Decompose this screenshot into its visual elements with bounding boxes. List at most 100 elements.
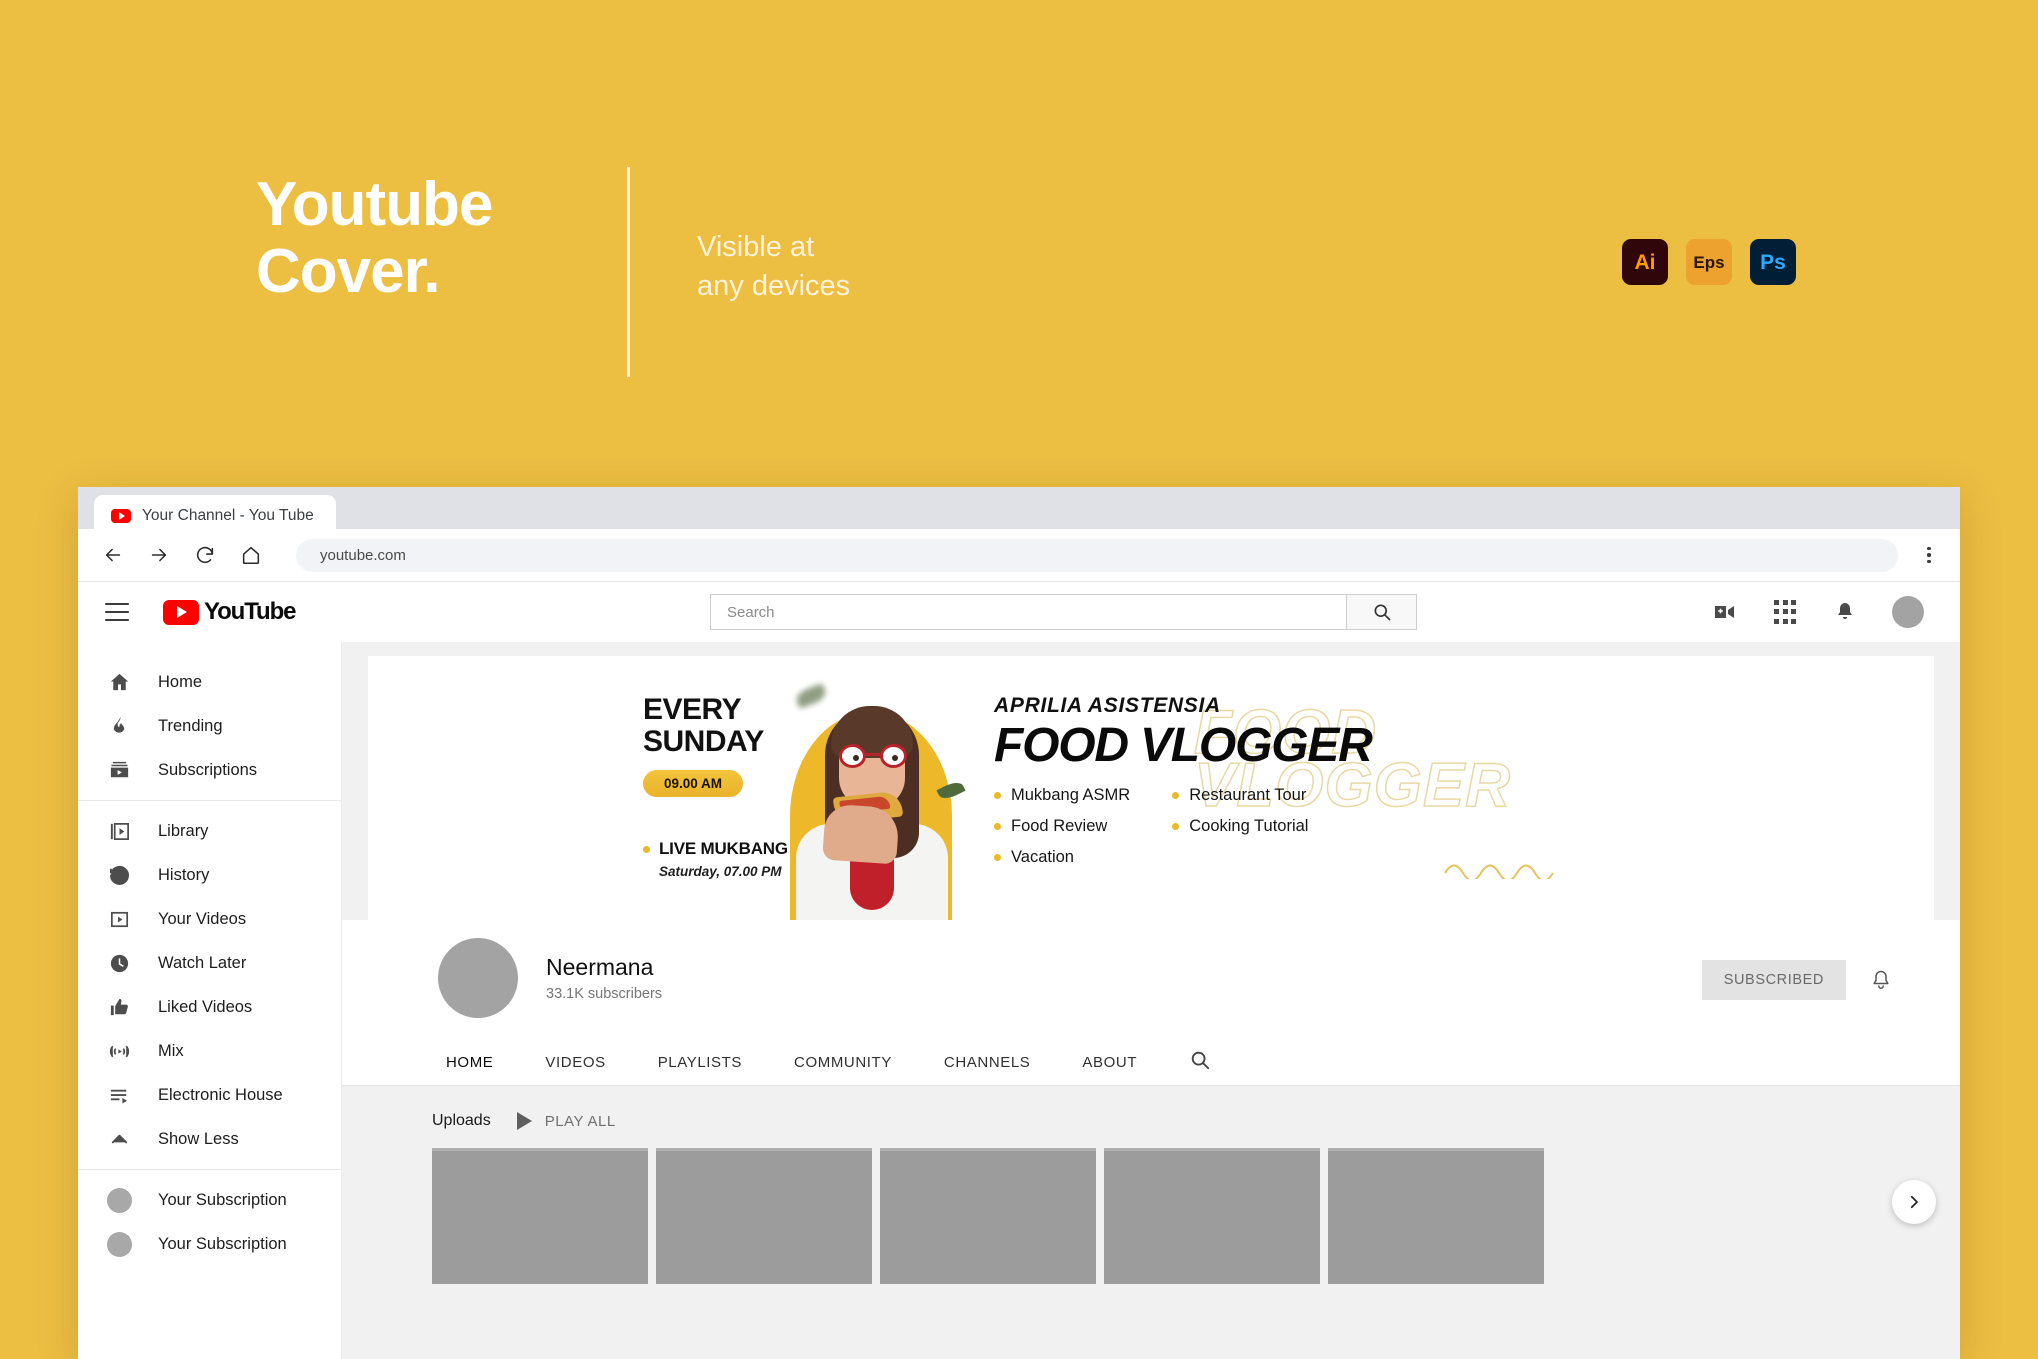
banner-tag: Restaurant Tour [1172,786,1308,805]
hamburger-menu-icon[interactable] [105,603,129,621]
thumbs-up-icon [107,995,132,1020]
browser-tab[interactable]: Your Channel - You Tube [94,495,336,537]
search-bar [710,594,1417,630]
video-thumbnail[interactable] [432,1148,648,1284]
history-icon [107,863,132,888]
sidebar-item-trending[interactable]: Trending [78,704,341,748]
your-videos-icon [107,907,132,932]
carousel-next-button[interactable] [1892,1180,1936,1224]
sidebar-item-history[interactable]: History [78,853,341,897]
search-submit-button[interactable] [1347,594,1417,630]
sidebar-label: History [158,865,210,884]
youtube-header: YouTube [78,582,1960,642]
tab-channels[interactable]: CHANNELS [944,1054,1031,1071]
banner-channel-name: APRILIA ASISTENSIA [994,694,1221,717]
tab-playlists[interactable]: PLAYLISTS [658,1054,742,1071]
home-icon[interactable] [238,542,264,568]
browser-toolbar: youtube.com [78,529,1960,581]
promo-subtitle: Visible at any devices [697,228,850,306]
youtube-favicon-icon [111,509,131,523]
promo-title-line1: Youtube [256,170,493,239]
banner-every: EVERY [643,693,742,726]
channel-avatar[interactable] [438,938,518,1018]
play-icon [516,1112,532,1130]
video-thumbnail[interactable] [1104,1148,1320,1284]
address-bar[interactable]: youtube.com [296,538,1898,572]
sidebar-item-your-videos[interactable]: Your Videos [78,897,341,941]
banner-schedule: EVERY SUNDAY 09.00 AM [643,694,764,797]
video-thumbnail[interactable] [656,1148,872,1284]
glasses-lens-left [839,744,866,768]
reload-icon[interactable] [192,542,218,568]
video-carousel [342,1130,1960,1284]
browser-window: Your Channel - You Tube youtube.com YouT… [78,487,1960,1359]
sidebar-item-electronic-house[interactable]: Electronic House [78,1073,341,1117]
sidebar-label: Subscriptions [158,760,258,779]
notifications-bell-icon[interactable] [1832,599,1858,625]
sidebar-group-subscriptions: Your Subscription Your Subscription [78,1170,341,1274]
banner-tag-label: Mukbang ASMR [1011,786,1131,804]
format-badges: Ai Eps Ps [1622,239,1796,285]
search-input[interactable] [710,594,1347,630]
banner-tag-label: Food Review [1011,817,1108,835]
banner-headline: FOOD VLOGGER [994,719,1373,772]
subscribed-button[interactable]: SUBSCRIBED [1701,960,1846,1000]
youtube-logo[interactable]: YouTube [163,598,297,626]
sidebar-label: Your Subscription [158,1234,287,1253]
playlist-icon [107,1083,132,1108]
tab-home[interactable]: HOME [446,1054,493,1071]
bullet-dot-icon [643,845,650,853]
sidebar-item-home[interactable]: Home [78,660,341,704]
banner-tag-label: Cooking Tutorial [1189,817,1309,835]
back-arrow-icon[interactable] [100,542,126,568]
library-icon [107,819,132,844]
channel-search-icon[interactable] [1189,1049,1211,1076]
sidebar-label: Show Less [158,1129,239,1148]
banner-tag-label: Restaurant Tour [1189,786,1307,804]
glasses-lens-right [880,744,907,768]
banner-photo [776,656,968,920]
tab-about[interactable]: ABOUT [1082,1054,1137,1071]
browser-tab-title: Your Channel - You Tube [142,507,314,524]
flame-icon [107,714,132,739]
promo-header: Youtube Cover. Visible at any devices Ai… [0,0,2038,487]
sidebar-label: Trending [158,716,223,735]
sidebar-label: Liked Videos [158,997,253,1016]
sidebar: Home Trending Subscriptions Library Hist… [78,642,342,1359]
tab-community[interactable]: COMMUNITY [794,1054,892,1071]
home-icon [107,670,132,695]
browser-menu-icon[interactable] [1918,540,1940,570]
banner-time-pill: 09.00 AM [643,770,743,797]
banner-live-sub: Saturday, 07.00 PM [659,864,782,879]
video-thumbnail[interactable] [1328,1148,1544,1284]
banner-tag: Mukbang ASMR [994,786,1130,805]
sidebar-item-show-less[interactable]: Show Less [78,1117,341,1161]
video-thumbnail[interactable] [880,1148,1096,1284]
sidebar-item-liked-videos[interactable]: Liked Videos [78,985,341,1029]
sidebar-item-watch-later[interactable]: Watch Later [78,941,341,985]
bullet-dot-icon [994,854,1001,861]
channel-banner[interactable]: EVERY SUNDAY 09.00 AM LIVE MUKBANG Satur… [368,656,1934,920]
youtube-body: Home Trending Subscriptions Library Hist… [78,642,1960,1359]
create-video-icon[interactable] [1712,599,1738,625]
forward-arrow-icon[interactable] [146,542,172,568]
banner-every-sunday: EVERY SUNDAY [643,694,764,757]
uploads-label: Uploads [432,1112,491,1129]
uploads-header: Uploads PLAY ALL [342,1086,1960,1130]
sidebar-item-subscription[interactable]: Your Subscription [78,1178,341,1222]
chevron-up-icon [107,1127,132,1152]
play-all-button[interactable]: PLAY ALL [516,1112,616,1130]
channel-subscriber-count: 33.1K subscribers [546,986,663,1002]
notification-bell-icon[interactable] [1868,967,1894,993]
sidebar-item-mix[interactable]: Mix [78,1029,341,1073]
sidebar-item-subscription[interactable]: Your Subscription [78,1222,341,1266]
bullet-dot-icon [994,823,1001,830]
clock-icon [107,951,132,976]
tab-videos[interactable]: VIDEOS [545,1054,605,1071]
banner-headline-block: FOOD VLOGGER APRILIA ASISTENSIA FOOD VLO… [994,694,1511,867]
account-avatar[interactable] [1892,596,1924,628]
sidebar-item-subscriptions[interactable]: Subscriptions [78,748,341,792]
bullet-dot-icon [1172,792,1180,799]
sidebar-item-library[interactable]: Library [78,809,341,853]
apps-grid-icon[interactable] [1772,599,1798,625]
